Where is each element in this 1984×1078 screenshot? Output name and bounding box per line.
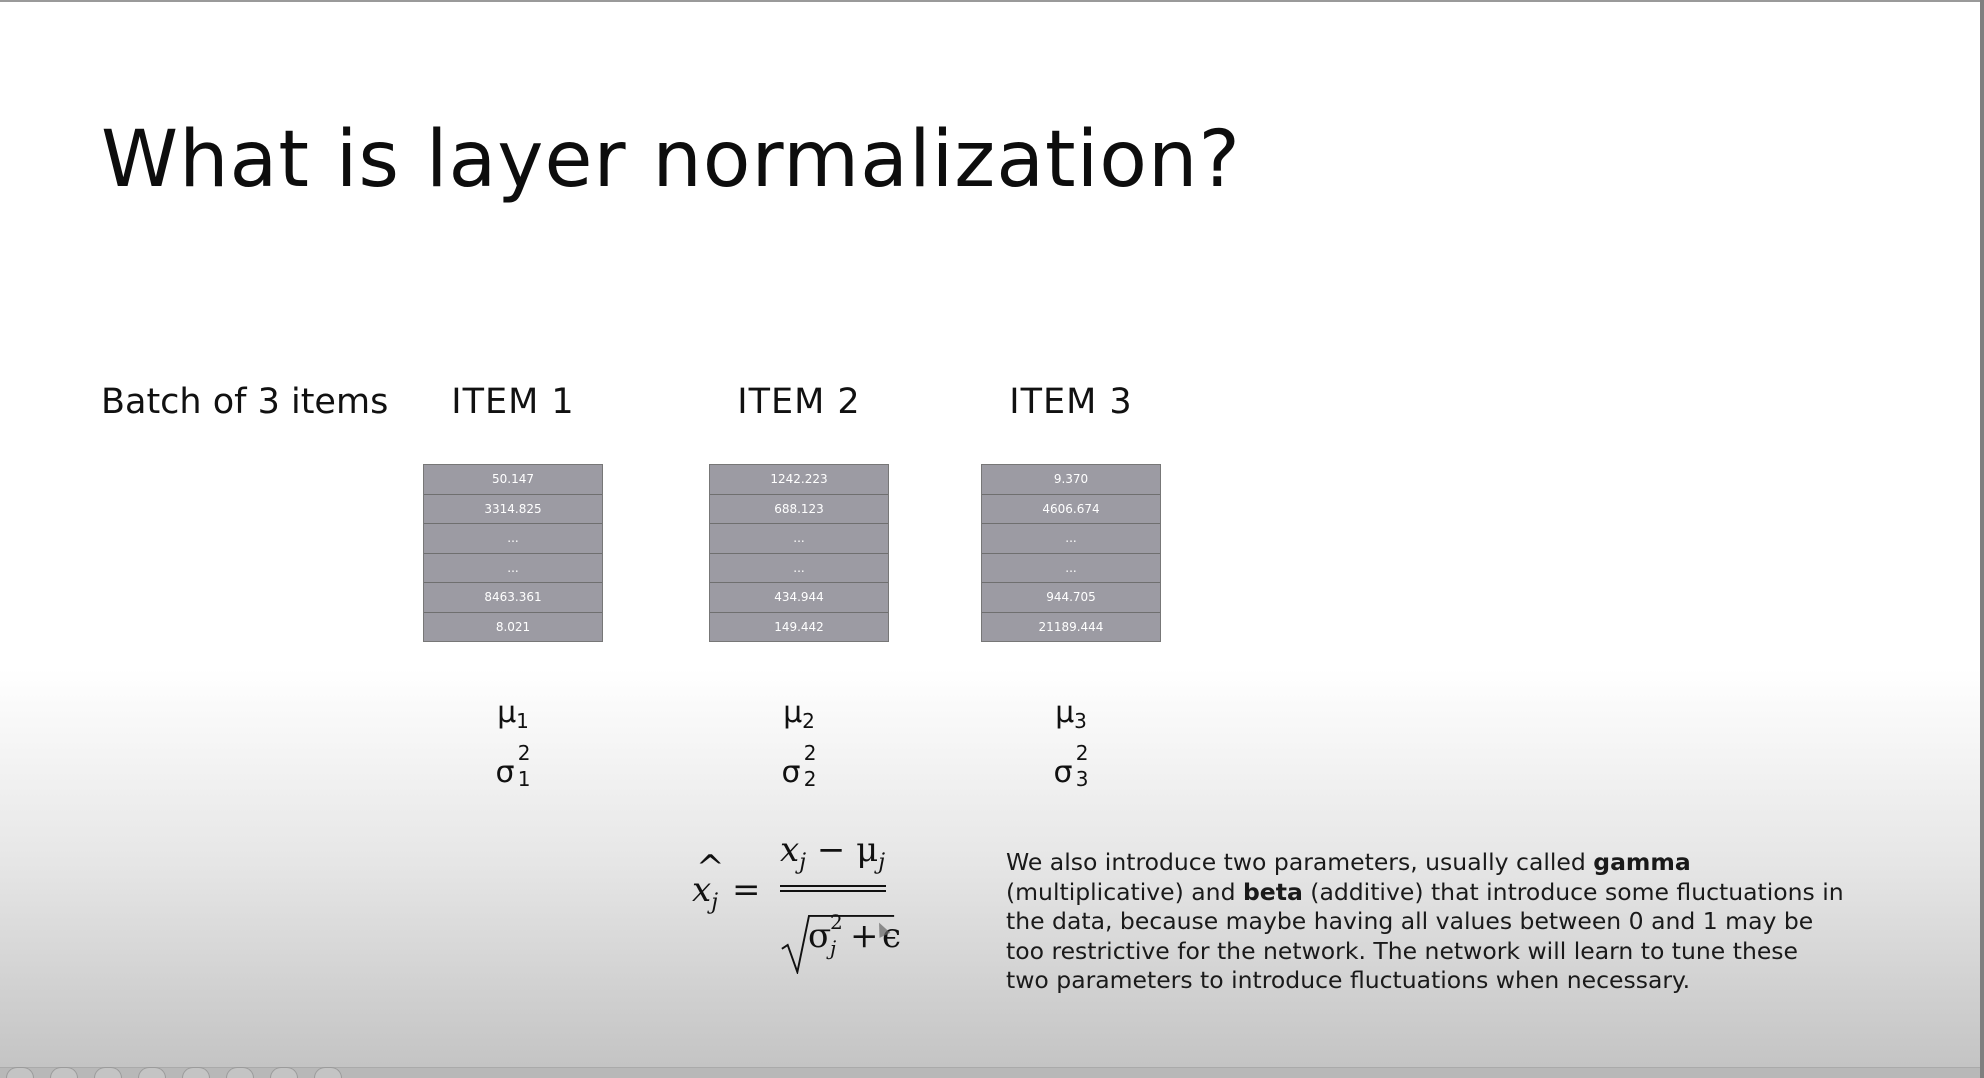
- slide: What is layer normalization? Batch of 3 …: [0, 0, 1984, 1078]
- vector-cell: 1242.223: [710, 465, 888, 495]
- nav-dot[interactable]: [182, 1067, 210, 1078]
- normalization-formula: ^ xj = xj − μj σ 2 j + ϵ: [680, 830, 920, 1000]
- nav-dot[interactable]: [314, 1067, 342, 1078]
- vector-cell: 9.370: [982, 465, 1160, 495]
- vector-cell: 3314.825: [424, 495, 602, 524]
- vector-cell: 4606.674: [982, 495, 1160, 524]
- item-column-3: ITEM 3 9.370 4606.674 ... ... 944.705 21…: [981, 382, 1161, 790]
- item-mean: μ1: [497, 695, 529, 733]
- nav-dot[interactable]: [6, 1067, 34, 1078]
- vector-cell: ...: [710, 554, 888, 583]
- formula-equals: =: [732, 870, 761, 910]
- nav-dot[interactable]: [226, 1067, 254, 1078]
- nav-dot[interactable]: [94, 1067, 122, 1078]
- nav-dot[interactable]: [138, 1067, 166, 1078]
- vector-cell: 149.442: [774, 619, 824, 634]
- beta-term: beta: [1242, 877, 1303, 906]
- item-variance: σ23: [1053, 741, 1089, 791]
- vector-cell: 688.123: [710, 495, 888, 524]
- item-vector: 1242.223 688.123 ... ... 434.944 149.442: [709, 464, 889, 642]
- vector-cell: ...: [982, 554, 1160, 583]
- item-header: ITEM 2: [737, 382, 861, 422]
- item-stats: μ2 σ22: [709, 687, 889, 799]
- nav-dot[interactable]: [50, 1067, 78, 1078]
- vector-cell: 8.021: [495, 619, 531, 634]
- item-mean: μ3: [1055, 695, 1087, 733]
- item-header: ITEM 1: [451, 382, 575, 422]
- fraction-bar-underline: [780, 890, 886, 892]
- item-mean: μ2: [783, 695, 815, 733]
- slide-navigation-bar: [0, 1067, 1980, 1078]
- item-header: ITEM 3: [1009, 382, 1133, 422]
- item-variance: σ21: [495, 741, 531, 791]
- item-variance: σ22: [781, 741, 817, 791]
- vector-cell: 434.944: [710, 583, 888, 613]
- vector-cell: ...: [982, 524, 1160, 554]
- item-column-2: ITEM 2 1242.223 688.123 ... ... 434.944 …: [709, 382, 889, 790]
- item-vector: 9.370 4606.674 ... ... 944.705 21189.444: [981, 464, 1161, 642]
- description-text: We also introduce two parameters, usuall…: [1006, 848, 1844, 994]
- vector-cell: ...: [424, 554, 602, 583]
- gamma-term: gamma: [1593, 848, 1691, 876]
- item-column-1: ITEM 1 50.147 3314.825 ... ... 8463.361 …: [423, 382, 603, 790]
- vector-cell: ...: [710, 524, 888, 554]
- formula-denominator: σ 2 j + ϵ: [808, 910, 902, 960]
- vector-cell: 21189.444: [1038, 619, 1104, 634]
- vector-cell: 50.147: [424, 465, 602, 495]
- slide-top-border: [0, 0, 1984, 2]
- formula-lhs: ^ xj: [692, 848, 725, 915]
- vector-cell: 8463.361: [424, 583, 602, 613]
- vector-cell: 944.705: [982, 583, 1160, 613]
- slide-title: What is layer normalization?: [101, 115, 1241, 205]
- batch-label: Batch of 3 items: [101, 382, 389, 422]
- nav-dot[interactable]: [270, 1067, 298, 1078]
- slide-right-border: [1980, 0, 1984, 1078]
- item-vector: 50.147 3314.825 ... ... 8463.361 8.021: [423, 464, 603, 642]
- item-stats: μ3 σ23: [981, 687, 1161, 799]
- formula-numerator: xj − μj: [780, 830, 886, 875]
- vector-cell: ...: [424, 524, 602, 554]
- item-stats: μ1 σ21: [423, 687, 603, 799]
- fraction-bar: [780, 885, 886, 887]
